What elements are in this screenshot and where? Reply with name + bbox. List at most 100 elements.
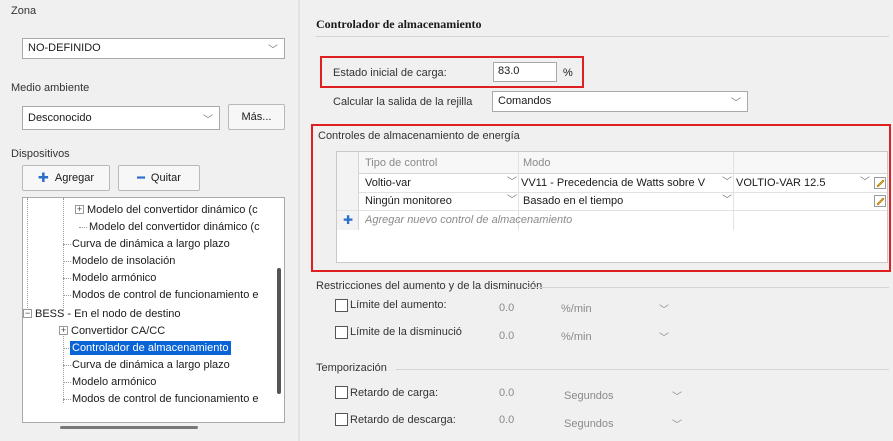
soc-input[interactable]: 83.0 bbox=[493, 62, 557, 82]
tree-item[interactable]: Modos de control de funcionamiento e bbox=[72, 288, 259, 302]
tree-connector bbox=[63, 382, 71, 383]
controls-grid[interactable]: Tipo de control Modo Voltio-var ﹀ VV11 -… bbox=[336, 151, 888, 263]
timing-title: Temporización bbox=[316, 362, 387, 374]
tree-guide bbox=[63, 198, 64, 310]
expand-icon[interactable]: + bbox=[75, 205, 84, 214]
more-button-label: Más... bbox=[241, 111, 272, 123]
tree-connector bbox=[63, 278, 71, 279]
expand-icon[interactable]: + bbox=[59, 326, 68, 335]
charge-delay-value[interactable]: 0.0 bbox=[499, 387, 514, 399]
chevron-down-icon: ﹀ bbox=[659, 333, 669, 344]
zone-value: NO-DEFINIDO bbox=[28, 42, 101, 54]
minus-icon: ━ bbox=[137, 170, 145, 185]
charge-delay-checkbox[interactable] bbox=[335, 386, 348, 399]
chevron-down-icon: ﹀ bbox=[672, 392, 682, 403]
tree-item[interactable]: Curva de dinámica a largo plazo bbox=[72, 358, 230, 372]
charge-delay-unit-select[interactable]: Segundos ﹀ bbox=[558, 384, 688, 404]
add-device-button[interactable]: ✚ Agregar bbox=[22, 165, 110, 191]
title-divider bbox=[316, 36, 889, 37]
ramp-down-unit: %/min bbox=[561, 331, 592, 343]
tree-vertical-scrollbar[interactable] bbox=[277, 268, 281, 394]
ramp-up-unit-select[interactable]: %/min ﹀ bbox=[555, 298, 675, 318]
tree-connector bbox=[79, 227, 87, 228]
ramp-up-value[interactable]: 0.0 bbox=[499, 302, 514, 314]
timing-divider bbox=[396, 369, 889, 370]
discharge-delay-unit: Segundos bbox=[564, 418, 614, 430]
chevron-down-icon[interactable]: ﹀ bbox=[860, 174, 870, 192]
tree-item[interactable]: Modelo armónico bbox=[72, 375, 156, 389]
row2-mode[interactable]: Basado en el tiempo bbox=[523, 192, 713, 210]
ramp-up-unit: %/min bbox=[561, 303, 592, 315]
chevron-down-icon: ﹀ bbox=[268, 45, 278, 56]
env-value: Desconocido bbox=[28, 112, 92, 124]
discharge-delay-value[interactable]: 0.0 bbox=[499, 414, 514, 426]
tree-item-selected[interactable]: Controlador de almacenamiento bbox=[70, 341, 231, 355]
grid-output-select[interactable]: Comandos ﹀ bbox=[492, 91, 748, 112]
ramp-down-checkbox[interactable] bbox=[335, 326, 348, 339]
zone-label: Zona bbox=[11, 5, 37, 17]
chevron-down-icon: ﹀ bbox=[203, 115, 213, 126]
soc-unit: % bbox=[563, 67, 573, 79]
header-mode[interactable]: Modo bbox=[523, 154, 551, 172]
edit-pencil-icon[interactable] bbox=[874, 195, 886, 207]
plus-icon: ✚ bbox=[37, 170, 49, 185]
ramp-down-unit-select[interactable]: %/min ﹀ bbox=[555, 325, 675, 345]
add-row-link[interactable]: Agregar nuevo control de almacenamiento bbox=[365, 211, 572, 229]
chevron-down-icon[interactable]: ﹀ bbox=[507, 174, 517, 192]
chevron-down-icon: ﹀ bbox=[659, 305, 669, 316]
tree-item[interactable]: Curva de dinámica a largo plazo bbox=[72, 237, 230, 251]
ramp-title: Restricciones del aumento y de la dismin… bbox=[316, 280, 543, 292]
collapse-icon[interactable]: − bbox=[23, 309, 32, 318]
tree-item[interactable]: Modelo del convertidor dinámico (c bbox=[89, 220, 260, 234]
header-control-type[interactable]: Tipo de control bbox=[365, 154, 437, 172]
device-tree[interactable]: + Modelo del convertidor dinámico (c Mod… bbox=[22, 197, 285, 423]
add-device-label: Agregar bbox=[54, 172, 95, 184]
tree-guide bbox=[27, 198, 28, 316]
controls-title: Controles de almacenamiento de energía bbox=[318, 130, 520, 142]
tree-item-bess[interactable]: BESS - En el nodo de destino bbox=[35, 307, 181, 321]
tree-connector bbox=[63, 295, 71, 296]
tree-item[interactable]: Modelo del convertidor dinámico (c bbox=[87, 203, 258, 217]
discharge-delay-label[interactable]: Retardo de descarga: bbox=[350, 414, 456, 426]
tree-connector bbox=[63, 399, 71, 400]
grid-output-label: Calcular la salida de la rejilla bbox=[333, 96, 473, 108]
more-button[interactable]: Más... bbox=[228, 104, 285, 130]
edit-pencil-icon[interactable] bbox=[874, 177, 886, 189]
row2-type[interactable]: Ningún monitoreo bbox=[365, 192, 505, 210]
grid-output-value: Comandos bbox=[498, 95, 552, 107]
env-label: Medio ambiente bbox=[11, 82, 90, 94]
row1-type[interactable]: Voltio-var bbox=[365, 174, 505, 192]
chevron-down-icon[interactable]: ﹀ bbox=[722, 174, 732, 192]
ramp-down-label[interactable]: Límite de la disminució bbox=[350, 326, 462, 338]
charge-delay-label[interactable]: Retardo de carga: bbox=[350, 387, 438, 399]
row1-value[interactable]: VOLTIO-VAR 12.5 bbox=[736, 174, 825, 192]
tree-connector bbox=[63, 365, 71, 366]
discharge-delay-unit-select[interactable]: Segundos ﹀ bbox=[558, 411, 688, 431]
remove-device-button[interactable]: ━ Quitar bbox=[118, 165, 200, 191]
add-row-icon[interactable]: ✚ bbox=[343, 211, 353, 229]
tree-connector bbox=[63, 261, 71, 262]
ramp-down-value[interactable]: 0.0 bbox=[499, 330, 514, 342]
page-title: Controlador de almacenamiento bbox=[316, 17, 482, 31]
tree-item[interactable]: Convertidor CA/CC bbox=[71, 324, 165, 338]
tree-item[interactable]: Modelo armónico bbox=[72, 271, 156, 285]
chevron-down-icon[interactable]: ﹀ bbox=[507, 192, 517, 210]
splitter[interactable] bbox=[298, 0, 300, 441]
tree-item[interactable]: Modos de control de funcionamiento e bbox=[72, 392, 259, 406]
ramp-divider bbox=[528, 287, 889, 288]
charge-delay-unit: Segundos bbox=[564, 390, 614, 402]
zone-select[interactable]: NO-DEFINIDO ﹀ bbox=[22, 38, 285, 59]
discharge-delay-checkbox[interactable] bbox=[335, 413, 348, 426]
tree-item[interactable]: Modelo de insolación bbox=[72, 254, 175, 268]
chevron-down-icon: ﹀ bbox=[731, 98, 741, 109]
row1-mode[interactable]: VV11 - Precedencia de Watts sobre V bbox=[521, 174, 719, 192]
ramp-up-label[interactable]: Límite del aumento: bbox=[350, 299, 447, 311]
remove-device-label: Quitar bbox=[150, 172, 181, 184]
env-select[interactable]: Desconocido ﹀ bbox=[22, 106, 220, 130]
tree-connector bbox=[63, 244, 71, 245]
soc-value: 83.0 bbox=[498, 65, 520, 77]
chevron-down-icon[interactable]: ﹀ bbox=[722, 192, 732, 210]
devices-label: Dispositivos bbox=[11, 148, 70, 160]
ramp-up-checkbox[interactable] bbox=[335, 299, 348, 312]
tree-horizontal-scrollbar[interactable] bbox=[60, 426, 198, 429]
